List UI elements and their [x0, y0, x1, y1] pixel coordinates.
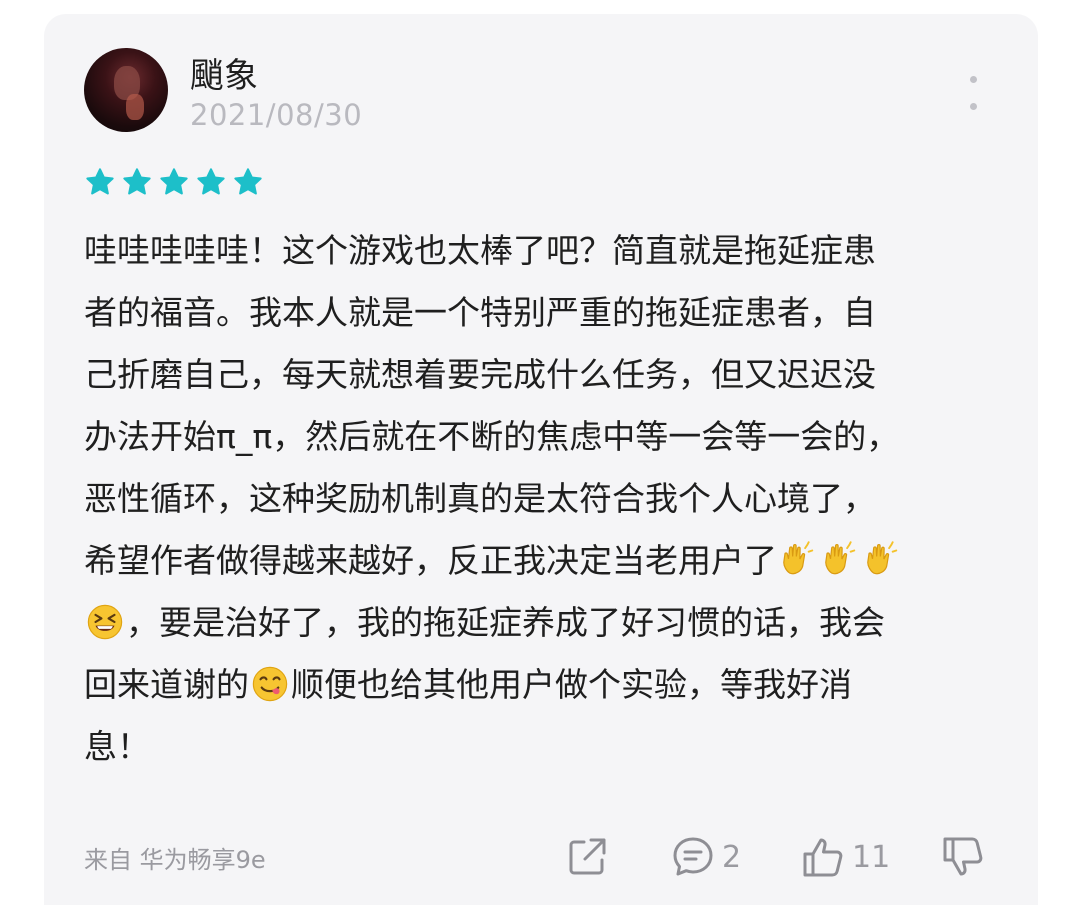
review-line: 哇哇哇哇哇！这个游戏也太棒了吧？简直就是拖延症患 — [84, 231, 876, 270]
star-icon — [197, 168, 225, 195]
grinning-squinting-face-icon — [87, 604, 123, 640]
user-avatar[interactable] — [84, 48, 168, 132]
star-icon — [160, 168, 188, 195]
review-actions: 2 11 — [44, 834, 1038, 884]
thumbs-up-icon — [803, 838, 843, 877]
clapping-hands-icon — [867, 541, 898, 575]
star-rating — [84, 166, 264, 198]
star-icon — [86, 168, 114, 195]
thumbs-down-icon — [943, 837, 983, 876]
review-line-text: ，要是治好了，我的拖延症养成了好习惯的话，我会 — [126, 603, 885, 642]
review-line: 恶性循环，这种奖励机制真的是太符合我个人心境了， — [84, 479, 876, 518]
review-date: 2021/08/30 — [190, 98, 363, 132]
review-line-with-emoji: 回来道谢的 顺便也给其他用户做个实验，等我好消 — [84, 654, 984, 716]
review-line: 息！ — [84, 727, 150, 766]
dislike-button[interactable] — [940, 834, 986, 880]
star-icon — [234, 168, 262, 195]
star-icon — [123, 168, 151, 195]
comment-count: 2 — [722, 839, 742, 875]
comment-icon — [673, 837, 713, 876]
avatar-hand — [126, 94, 144, 120]
clapping-hands-icon — [825, 541, 856, 575]
clapping-hands-icon — [783, 541, 814, 575]
more-options-icon[interactable] — [966, 76, 980, 110]
review-line: 己折磨自己，每天就想着要完成什么任务，但又迟迟没 — [84, 355, 876, 394]
review-line-with-emoji: 希望作者做得越来越好，反正我决定当老用户了 — [84, 530, 984, 592]
face-savoring-food-icon — [252, 666, 288, 702]
like-button[interactable]: 11 — [800, 834, 890, 880]
review-line: 者的福音。我本人就是一个特别严重的拖延症患者，自 — [84, 293, 876, 332]
review-line-with-emoji: ，要是治好了，我的拖延症养成了好习惯的话，我会 — [84, 592, 984, 654]
review-line: 办法开始π_π，然后就在不断的焦虑中等一会等一会的， — [84, 417, 900, 456]
review-line-text: 回来道谢的 — [84, 665, 249, 704]
share-icon — [569, 838, 606, 875]
review-card: 颵象 2021/08/30 哇哇哇哇哇！这个游戏也太棒了吧？简直就是拖延症患 者… — [44, 14, 1038, 905]
like-count: 11 — [852, 839, 891, 875]
share-button[interactable] — [564, 834, 610, 880]
comment-button[interactable]: 2 — [670, 834, 741, 880]
review-text: 哇哇哇哇哇！这个游戏也太棒了吧？简直就是拖延症患 者的福音。我本人就是一个特别严… — [84, 220, 984, 778]
review-line-text: 希望作者做得越来越好，反正我决定当老用户了 — [84, 541, 777, 580]
username[interactable]: 颵象 — [190, 48, 258, 97]
review-line-text: 顺便也给其他用户做个实验，等我好消 — [291, 665, 852, 704]
